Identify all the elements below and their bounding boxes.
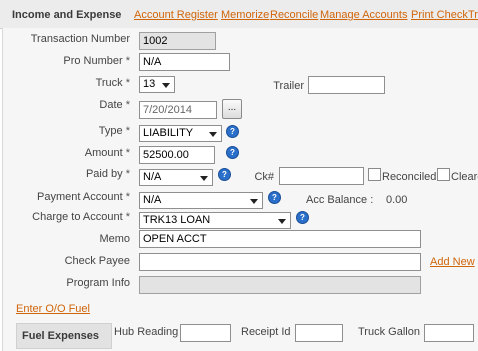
acc-balance-label: Acc Balance : [306, 194, 374, 206]
help-icon[interactable]: ? [218, 168, 231, 181]
help-icon[interactable]: ? [268, 191, 281, 204]
trailer-input[interactable] [308, 76, 385, 94]
type-select[interactable]: LIABILITY [139, 125, 222, 142]
fuel-expenses-title: Fuel Expenses [22, 330, 100, 342]
chevron-down-icon [250, 199, 258, 204]
memorize-link[interactable]: Memorize [221, 9, 269, 21]
chevron-down-icon [162, 83, 170, 88]
charge-to-account-select[interactable]: TRK13 LOAN [139, 212, 291, 229]
chevron-down-icon [209, 132, 217, 137]
paid-by-select[interactable]: N/A [139, 169, 213, 186]
enter-oo-fuel-link[interactable]: Enter O/O Fuel [16, 303, 90, 315]
cleared-label: Cleare [451, 171, 478, 183]
help-icon[interactable]: ? [226, 125, 239, 138]
transaction-number-field: 1002 [139, 32, 216, 50]
truck-gallon-input[interactable] [424, 324, 474, 342]
truck-select[interactable]: 13 [139, 76, 175, 93]
hub-reading-label: Hub Reading [114, 326, 179, 338]
ck-number-input[interactable] [279, 167, 364, 185]
hub-reading-input[interactable] [180, 324, 231, 342]
program-info-field [139, 276, 421, 294]
cleared-checkbox[interactable] [437, 168, 450, 181]
program-info-label: Program Info [66, 277, 130, 289]
reconciled-checkbox[interactable] [368, 168, 381, 181]
date-input[interactable]: 7/20/2014 [139, 101, 217, 119]
page-title: Income and Expense [12, 9, 122, 21]
print-check-link[interactable]: Print Check [411, 9, 468, 21]
help-icon[interactable]: ? [296, 211, 309, 224]
type-label: Type * [98, 125, 130, 137]
truck-gallon-label: Truck Gallon [358, 326, 420, 338]
pro-number-input[interactable]: N/A [139, 53, 230, 71]
amount-label: Amount * [84, 147, 130, 159]
payment-account-select[interactable]: N/A [139, 192, 263, 209]
memo-label: Memo [99, 233, 130, 245]
check-payee-input[interactable] [139, 253, 421, 271]
reconcile-link[interactable]: Reconcile [270, 9, 318, 21]
more-link[interactable]: Tr [468, 9, 478, 21]
trailer-label: Trailer [273, 80, 304, 92]
date-label: Date * [99, 99, 130, 111]
check-payee-label: Check Payee [64, 255, 130, 267]
add-new-payee-link[interactable]: Add New [430, 256, 475, 268]
date-picker-button[interactable]: ... [222, 99, 242, 119]
transaction-number-label: Transaction Number [30, 33, 130, 45]
chevron-down-icon [278, 219, 286, 224]
pro-number-label: Pro Number * [63, 55, 130, 67]
amount-input[interactable]: 52500.00 [139, 146, 215, 164]
account-register-link[interactable]: Account Register [134, 9, 218, 21]
truck-label: Truck * [95, 77, 130, 89]
acc-balance-value: 0.00 [386, 194, 408, 206]
receipt-id-label: Receipt Id [241, 326, 291, 338]
memo-input[interactable]: OPEN ACCT [139, 230, 421, 248]
manage-accounts-link[interactable]: Manage Accounts [320, 9, 407, 21]
chevron-down-icon [200, 176, 208, 181]
help-icon[interactable]: ? [226, 146, 239, 159]
receipt-id-input[interactable] [295, 324, 343, 342]
ck-number-label: Ck# [254, 171, 274, 183]
payment-account-label: Payment Account * [37, 191, 130, 203]
reconciled-label: Reconciled [382, 171, 437, 183]
paid-by-label: Paid by * [85, 168, 130, 180]
charge-to-account-label: Charge to Account * [32, 211, 130, 223]
